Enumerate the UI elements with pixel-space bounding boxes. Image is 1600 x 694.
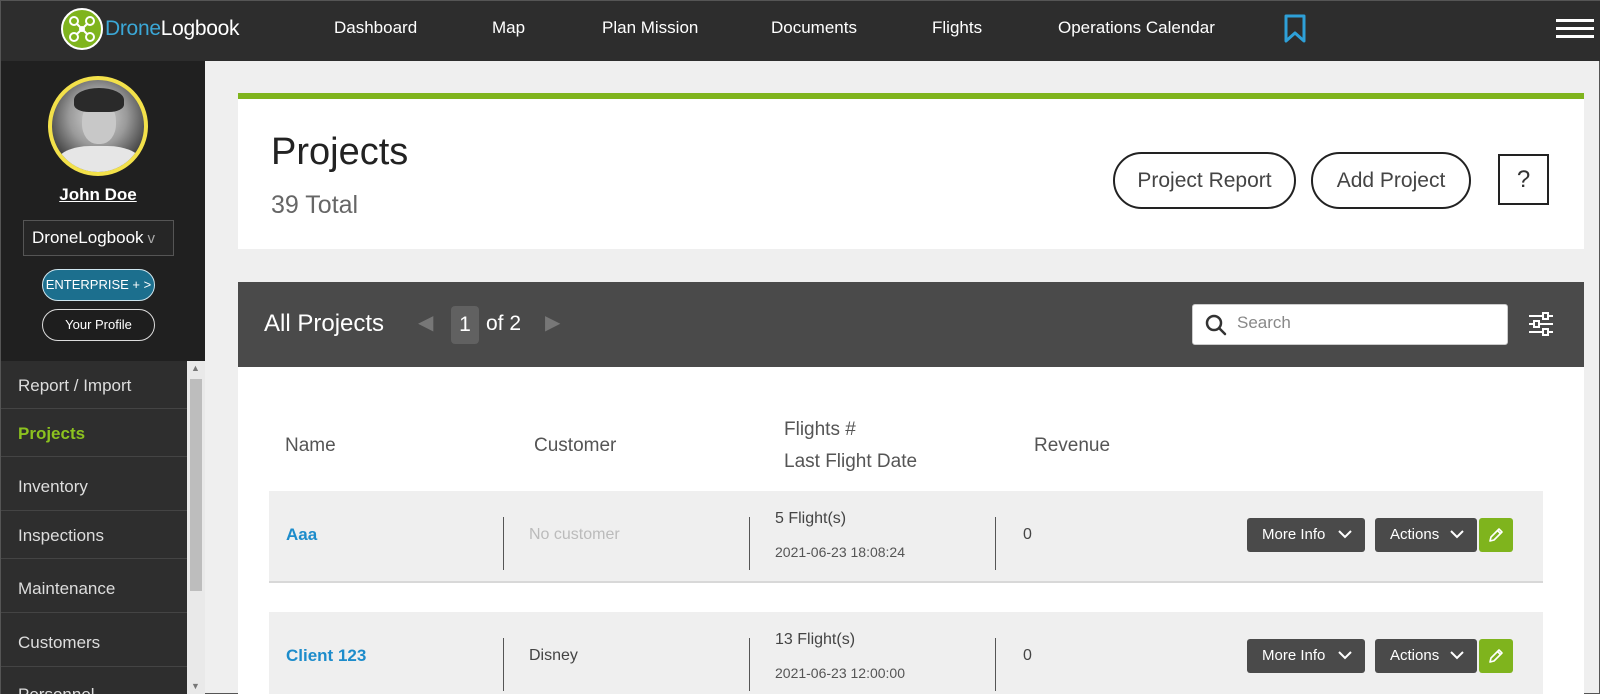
projects-list: Name Customer Flights # Last Flight Date… xyxy=(238,367,1584,694)
project-customer: Disney xyxy=(529,647,578,664)
projects-total-count: 39 Total xyxy=(271,191,359,219)
actions-label: Actions xyxy=(1390,526,1440,543)
chevron-down-icon xyxy=(1450,530,1464,539)
column-header-revenue[interactable]: Revenue xyxy=(1034,435,1110,457)
table-row: Aaa No customer 5 Flight(s) 2021-06-23 1… xyxy=(269,491,1543,583)
sidebar-item-personnel[interactable]: Personnel xyxy=(1,667,187,694)
current-page-number[interactable]: 1 xyxy=(451,306,479,344)
more-info-label: More Info xyxy=(1262,647,1326,664)
column-divider xyxy=(503,517,504,570)
search-icon xyxy=(1205,314,1227,336)
projects-toolbar: All Projects ◀ 1 of 2 ▶ xyxy=(238,282,1584,367)
top-nav-bar: DroneLogbook Dashboard Map Plan Mission … xyxy=(1,1,1600,61)
chevron-down-icon xyxy=(1450,651,1464,660)
more-info-button[interactable]: More Info xyxy=(1247,518,1365,552)
search-box[interactable] xyxy=(1192,304,1508,345)
column-header-flights[interactable]: Flights # xyxy=(784,419,856,441)
project-name-link[interactable]: Aaa xyxy=(286,525,317,545)
more-info-button[interactable]: More Info xyxy=(1247,639,1365,673)
filter-settings-icon[interactable] xyxy=(1528,311,1554,342)
more-info-label: More Info xyxy=(1262,526,1326,543)
nav-dashboard[interactable]: Dashboard xyxy=(334,18,417,38)
sidebar-item-projects[interactable]: Projects xyxy=(1,409,187,457)
sidebar-scrollbar[interactable]: ▲ ▼ xyxy=(187,361,205,694)
actions-label: Actions xyxy=(1390,647,1440,664)
add-project-button[interactable]: Add Project xyxy=(1311,152,1471,209)
sidebar-item-inspections[interactable]: Inspections xyxy=(1,511,187,559)
chevron-down-icon xyxy=(1338,530,1352,539)
projects-header-card: Projects 39 Total Project Report Add Pro… xyxy=(238,93,1584,249)
pencil-icon xyxy=(1489,649,1503,663)
nav-plan-mission[interactable]: Plan Mission xyxy=(602,18,698,38)
all-projects-title: All Projects xyxy=(264,310,385,337)
project-flight-count: 5 Flight(s) xyxy=(775,510,847,527)
chevron-down-icon xyxy=(1338,651,1352,660)
actions-button[interactable]: Actions xyxy=(1375,639,1477,673)
project-last-flight-date: 2021-06-23 18:08:24 xyxy=(775,544,905,560)
organization-select-value: DroneLogbook xyxy=(32,228,144,247)
sidebar-item-report-import[interactable]: Report / Import xyxy=(1,361,187,409)
actions-button[interactable]: Actions xyxy=(1375,518,1477,552)
chevron-down-icon: v xyxy=(147,230,156,247)
table-row: Client 123 Disney 13 Flight(s) 2021-06-2… xyxy=(269,612,1543,694)
nav-operations-calendar[interactable]: Operations Calendar xyxy=(1058,18,1215,38)
page-title: Projects xyxy=(271,131,409,173)
hamburger-menu-icon[interactable] xyxy=(1556,19,1594,43)
project-revenue: 0 xyxy=(1023,526,1032,543)
column-divider xyxy=(503,638,504,691)
brand-name: DroneLogbook xyxy=(105,17,240,40)
project-name-link[interactable]: Client 123 xyxy=(286,646,366,666)
sidebar-item-inventory[interactable]: Inventory xyxy=(1,457,187,511)
scroll-up-arrow-icon[interactable]: ▲ xyxy=(191,363,200,373)
sidebar-item-customers[interactable]: Customers xyxy=(1,613,187,667)
sidebar-menu: Report / Import Projects Inventory Inspe… xyxy=(1,361,187,694)
project-flight-count: 13 Flight(s) xyxy=(775,631,856,648)
column-header-name[interactable]: Name xyxy=(285,435,336,457)
search-input[interactable] xyxy=(1237,313,1497,333)
edit-button[interactable] xyxy=(1479,518,1513,552)
bookmark-icon[interactable] xyxy=(1284,14,1306,49)
project-revenue: 0 xyxy=(1023,647,1032,664)
organization-select[interactable]: DroneLogbook v xyxy=(23,220,174,256)
your-profile-button[interactable]: Your Profile xyxy=(42,309,155,341)
scrollbar-thumb[interactable] xyxy=(190,379,202,591)
nav-flights[interactable]: Flights xyxy=(932,18,982,38)
avatar[interactable] xyxy=(48,76,148,176)
user-name-link[interactable]: John Doe xyxy=(1,185,195,205)
column-divider xyxy=(749,638,750,691)
pencil-icon xyxy=(1489,528,1503,542)
drone-logo-icon xyxy=(61,8,103,50)
next-page-icon[interactable]: ▶ xyxy=(545,310,560,335)
column-divider xyxy=(749,517,750,570)
page-count-label: of 2 xyxy=(486,312,522,335)
nav-map[interactable]: Map xyxy=(492,18,525,38)
column-divider xyxy=(995,638,996,691)
sidebar-item-maintenance[interactable]: Maintenance xyxy=(1,559,187,613)
column-divider xyxy=(995,517,996,570)
project-report-button[interactable]: Project Report xyxy=(1113,152,1296,209)
app-logo[interactable]: DroneLogbook xyxy=(61,8,239,50)
edit-button[interactable] xyxy=(1479,639,1513,673)
sidebar-profile: John Doe DroneLogbook v ENTERPRISE + > Yo… xyxy=(1,61,205,361)
project-customer: No customer xyxy=(529,526,620,543)
project-last-flight-date: 2021-06-23 12:00:00 xyxy=(775,665,905,681)
column-header-last-flight-date[interactable]: Last Flight Date xyxy=(784,451,917,473)
nav-documents[interactable]: Documents xyxy=(771,18,857,38)
enterprise-plan-button[interactable]: ENTERPRISE + > xyxy=(42,269,155,301)
previous-page-icon[interactable]: ◀ xyxy=(418,310,433,335)
scroll-down-arrow-icon[interactable]: ▼ xyxy=(191,681,200,691)
column-header-customer[interactable]: Customer xyxy=(534,435,616,457)
help-button[interactable]: ? xyxy=(1498,154,1549,205)
